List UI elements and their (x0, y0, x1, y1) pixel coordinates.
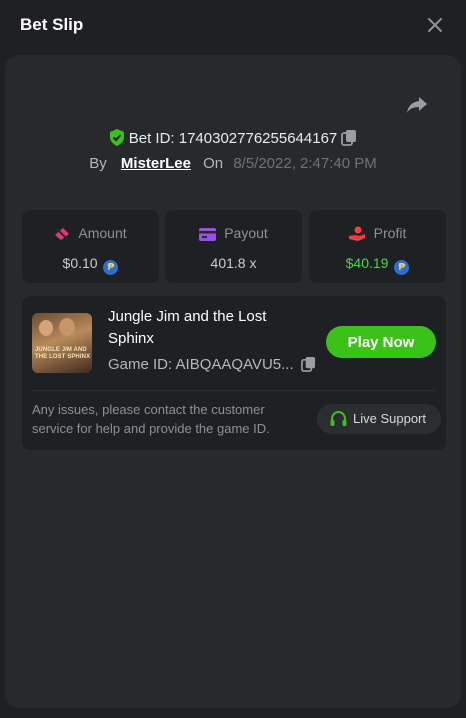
peso-coin-icon: ₱ (394, 260, 410, 275)
peso-coin-icon: ₱ (103, 260, 119, 275)
on-label: On (203, 155, 224, 172)
payout-label: Payout (224, 225, 268, 241)
headset-icon (330, 411, 347, 426)
game-name[interactable]: Jungle Jim and the Lost Sphinx (108, 306, 308, 350)
thumbnail-figure (59, 318, 75, 336)
copy-icon[interactable] (341, 129, 357, 146)
amount-label: Amount (78, 225, 127, 241)
payout-label-row: Payout (165, 225, 302, 241)
live-support-label: Live Support (353, 411, 426, 426)
amount-value: $0.10 (62, 255, 98, 271)
share-icon[interactable] (406, 95, 428, 115)
by-label: By (89, 155, 107, 172)
thumbnail-title: JUNGLE JIM AND THE LOST SPHINX (35, 347, 91, 360)
payout-card: Payout 401.8 x (165, 210, 302, 283)
verified-shield-icon (109, 129, 124, 146)
bet-details-panel: Bet ID: 174030277625564416​7 By MisterLe… (5, 55, 461, 708)
support-notice: Any issues, please contact the customer … (32, 402, 270, 436)
money-off-icon (55, 227, 70, 241)
bet-id-row: Bet ID: 174030277625564416​7 (5, 129, 461, 147)
bet-date: 8/5/2022, 2:47:40 PM (233, 155, 377, 172)
game-id: Game ID: AIBQAAQAVU5... (108, 356, 294, 373)
game-card: JUNGLE JIM AND THE LOST SPHINX Jungle Ji… (22, 296, 446, 450)
username-link[interactable]: MisterLee (121, 155, 191, 172)
live-support-button[interactable]: Live Support (317, 404, 441, 434)
profit-value: $40.19 (345, 255, 389, 271)
thumbnail-figure (39, 320, 53, 336)
copy-icon[interactable] (300, 356, 316, 372)
amount-value-row: $0.10 ₱ (22, 255, 159, 275)
divider (32, 390, 436, 391)
modal-header: Bet Slip (0, 0, 466, 52)
amount-label-row: Amount (22, 225, 159, 241)
bet-slip-modal: Bet Slip Bet ID: 174030277625564416​7 By… (0, 0, 466, 718)
profit-label-row: Profit (309, 225, 446, 241)
profit-label: Profit (373, 225, 407, 241)
amount-card: Amount $0.10 ₱ (22, 210, 159, 283)
close-icon[interactable] (426, 16, 444, 34)
payout-value: 401.8 x (210, 255, 257, 271)
bet-stats: Amount $0.10 ₱ Payout 401.8 x Profit $40… (22, 210, 446, 283)
modal-title: Bet Slip (20, 15, 84, 34)
card-icon (199, 228, 217, 241)
hand-coin-icon (348, 226, 365, 241)
game-id-row: Game ID: AIBQAAQAVU5... (108, 356, 316, 373)
profit-card: Profit $40.19 ₱ (309, 210, 446, 283)
game-thumbnail[interactable]: JUNGLE JIM AND THE LOST SPHINX (32, 313, 92, 373)
bet-id: Bet ID: 174030277625564416​7 (128, 130, 338, 147)
play-now-button[interactable]: Play Now (326, 326, 436, 358)
profit-value-row: $40.19 ₱ (309, 255, 446, 275)
bet-author-row: By MisterLee On 8/5/2022, 2:47:40 PM (5, 155, 461, 172)
